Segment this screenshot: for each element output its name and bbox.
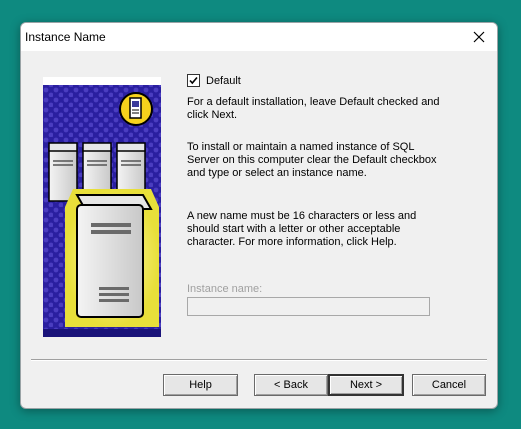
checkmark-icon (189, 76, 198, 85)
cancel-button[interactable]: Cancel (412, 374, 486, 396)
back-button[interactable]: < Back (254, 374, 328, 396)
next-button[interactable]: Next > (328, 374, 404, 396)
server-illustration (43, 77, 161, 337)
instance-name-label: Instance name: (187, 283, 263, 295)
title-bar[interactable]: Instance Name (21, 23, 497, 51)
close-icon (473, 31, 485, 43)
instance-name-input[interactable] (187, 297, 430, 316)
default-label[interactable]: Default (206, 75, 241, 87)
named-instance-text: To install or maintain a named instance … (187, 141, 437, 179)
default-checkbox[interactable] (187, 74, 200, 87)
default-install-text: For a default installation, leave Defaul… (187, 96, 440, 121)
name-rules-text: A new name must be 16 characters or less… (187, 210, 417, 248)
window-title: Instance Name (25, 30, 106, 44)
help-button[interactable]: Help (163, 374, 238, 396)
separator (31, 359, 487, 361)
default-option[interactable]: Default (187, 74, 241, 87)
close-button[interactable] (461, 23, 497, 51)
server-document-icon (119, 92, 153, 126)
instance-name-dialog: Instance Name Default For a default inst… (20, 22, 498, 409)
